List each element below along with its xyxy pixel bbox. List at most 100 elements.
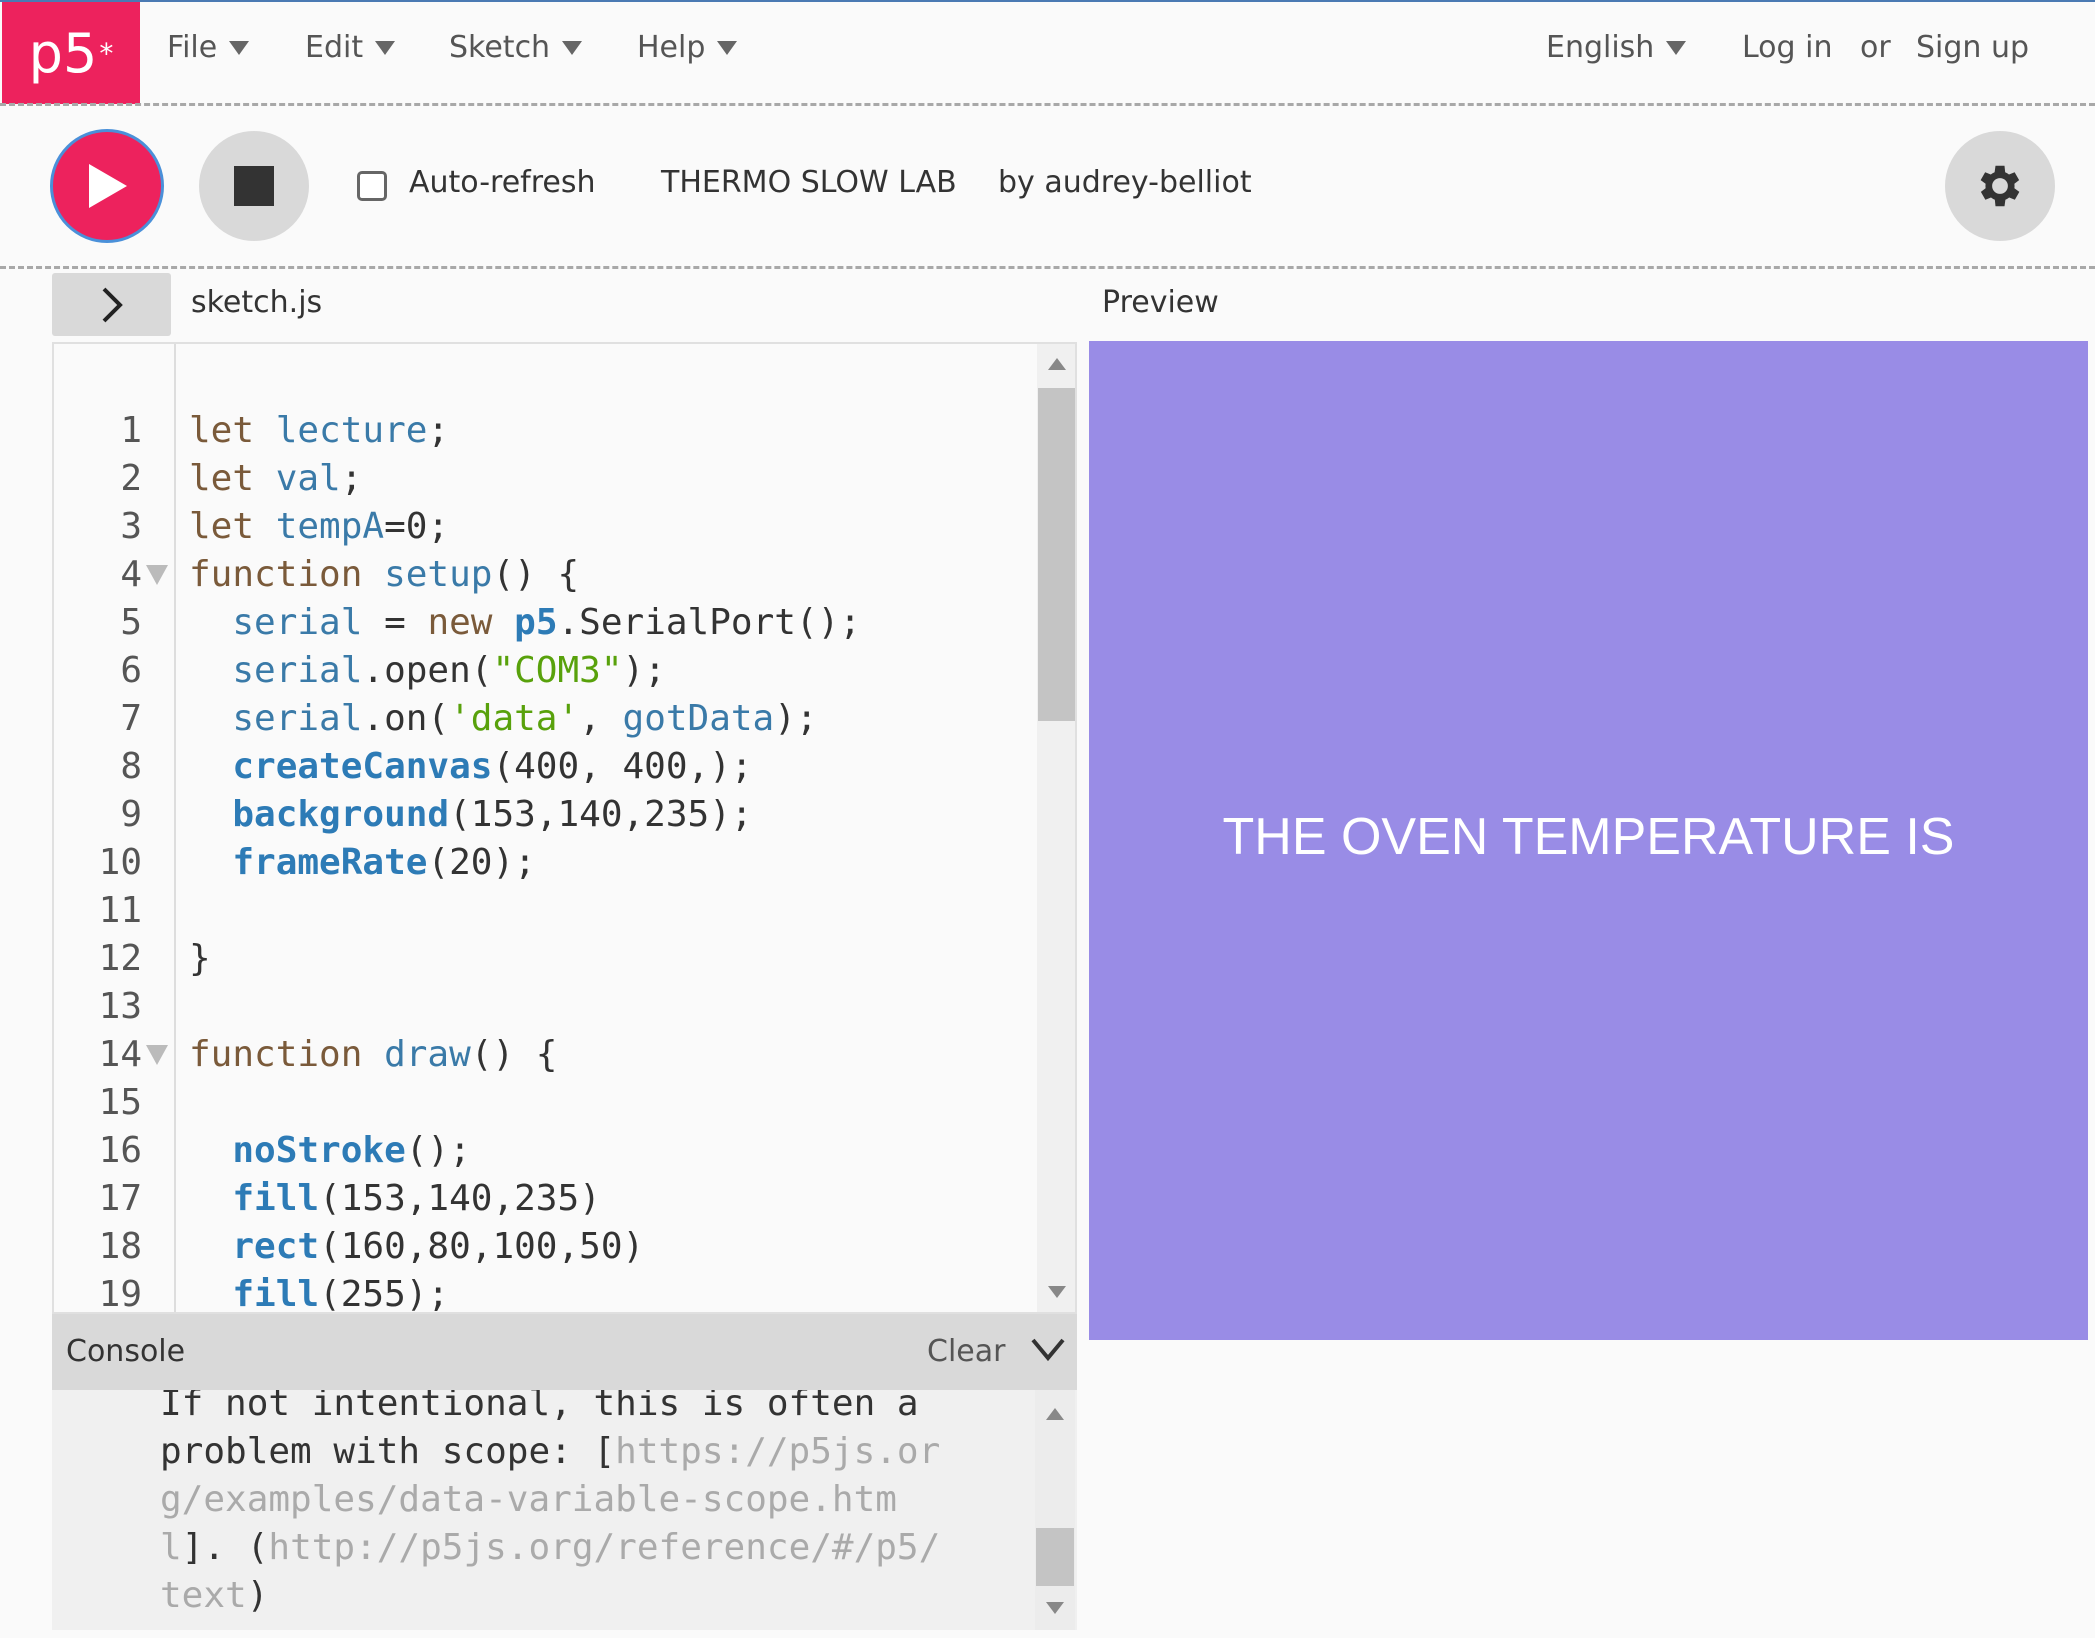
- code-line[interactable]: 1 let lecture;: [54, 407, 1034, 455]
- code-line[interactable]: 5 serial = new p5.SerialPort();: [54, 599, 1034, 647]
- scroll-down-icon[interactable]: [1046, 1602, 1064, 1614]
- code-text: let tempA=0;: [189, 503, 449, 551]
- console-link[interactable]: https://p5js.or: [615, 1431, 940, 1472]
- code-token: val: [275, 458, 341, 499]
- p5-logo[interactable]: p5 *: [2, 2, 140, 104]
- expand-sidebar-button[interactable]: [52, 273, 171, 336]
- code-line[interactable]: 13: [54, 983, 1034, 1031]
- code-line[interactable]: 2 let val;: [54, 455, 1034, 503]
- console-clear-button[interactable]: Clear: [927, 1334, 1005, 1369]
- scroll-down-icon[interactable]: [1048, 1286, 1066, 1298]
- code-token: lecture: [275, 410, 428, 451]
- code-line[interactable]: 18 rect(160,80,100,50): [54, 1223, 1034, 1271]
- code-line[interactable]: 8 createCanvas(400, 400,);: [54, 743, 1034, 791]
- code-token: let: [189, 458, 276, 499]
- code-token: background: [232, 794, 450, 835]
- code-line[interactable]: 15: [54, 1079, 1034, 1127]
- code-text: serial = new p5.SerialPort();: [189, 599, 861, 647]
- play-button[interactable]: [50, 129, 164, 243]
- code-line[interactable]: 17 fill(153,140,235): [54, 1175, 1034, 1223]
- console-link[interactable]: g/examples/data-variable-scope.htm: [160, 1479, 897, 1520]
- login-link[interactable]: Log in: [1742, 30, 1832, 65]
- code-line[interactable]: 10 frameRate(20);: [54, 839, 1034, 887]
- code-token: 'data': [449, 698, 580, 739]
- code-lines[interactable]: 1 let lecture; 2 let val; 3 let tempA=0; 4 func…: [54, 407, 1034, 1314]
- menu-sketch[interactable]: Sketch: [449, 30, 583, 65]
- console-link[interactable]: l: [160, 1527, 182, 1568]
- chevron-down-icon[interactable]: [1030, 1336, 1066, 1364]
- console-title: Console: [66, 1334, 186, 1369]
- code-token: (153,140,235);: [449, 794, 753, 835]
- code-token: serial: [232, 602, 363, 643]
- code-token: fill: [232, 1274, 320, 1314]
- code-token: let: [189, 410, 276, 451]
- menu-sketch-label: Sketch: [449, 30, 551, 65]
- code-token: (255);: [319, 1274, 450, 1314]
- code-token: tempA: [275, 506, 385, 547]
- code-text: noStroke();: [189, 1127, 470, 1175]
- caret-down-icon: [229, 40, 250, 55]
- console-scrollbar-thumb[interactable]: [1036, 1528, 1074, 1586]
- file-tab[interactable]: sketch.js: [191, 285, 322, 320]
- line-number: 8: [120, 746, 142, 787]
- code-token: ;: [427, 410, 450, 451]
- console-line: text): [160, 1572, 1040, 1620]
- code-token: let: [189, 506, 276, 547]
- code-line[interactable]: 16 noStroke();: [54, 1127, 1034, 1175]
- code-line[interactable]: 9 background(153,140,235);: [54, 791, 1034, 839]
- preview-canvas[interactable]: THE OVEN TEMPERATURE IS: [1089, 341, 2088, 1340]
- auto-refresh-checkbox[interactable]: [357, 171, 387, 201]
- line-number: 11: [98, 890, 142, 931]
- language-dropdown[interactable]: English: [1546, 30, 1687, 65]
- fold-arrow-icon[interactable]: [146, 565, 168, 585]
- code-line[interactable]: 6 serial.open("COM3");: [54, 647, 1034, 695]
- menu-help-label: Help: [637, 30, 706, 65]
- auto-refresh-label[interactable]: Auto-refresh: [409, 165, 596, 200]
- code-line[interactable]: 19 fill(255);: [54, 1271, 1034, 1314]
- stop-button[interactable]: [199, 131, 309, 241]
- language-label: English: [1546, 30, 1655, 65]
- code-line[interactable]: 12}: [54, 935, 1034, 983]
- console-scrollbar[interactable]: [1035, 1390, 1075, 1630]
- console-link[interactable]: http://p5js.org/reference/#/p5/: [268, 1527, 940, 1568]
- console-link[interactable]: text: [160, 1575, 247, 1616]
- line-number: 1: [120, 410, 142, 451]
- console-text: problem with scope: [: [160, 1431, 616, 1472]
- console-output[interactable]: If not intentional, this is often a probl…: [52, 1390, 1077, 1630]
- editor-scrollbar-thumb[interactable]: [1038, 388, 1075, 721]
- code-token: p5: [514, 602, 558, 643]
- code-token: function: [189, 1034, 385, 1075]
- line-number: 14: [98, 1034, 142, 1075]
- line-number: 6: [120, 650, 142, 691]
- canvas-text: THE OVEN TEMPERATURE IS: [1222, 808, 1955, 866]
- signup-link[interactable]: Sign up: [1916, 30, 2029, 65]
- code-token: (20);: [427, 842, 536, 883]
- line-number: 5: [120, 602, 142, 643]
- code-token: serial: [232, 698, 363, 739]
- scroll-up-icon[interactable]: [1048, 358, 1066, 370]
- preview-label: Preview: [1102, 285, 1219, 320]
- chevron-right-icon: [102, 287, 123, 322]
- menu-file[interactable]: File: [167, 30, 250, 65]
- code-line[interactable]: 7 serial.on('data', gotData);: [54, 695, 1034, 743]
- code-token: fill: [232, 1178, 320, 1219]
- settings-button[interactable]: [1945, 131, 2055, 241]
- code-line[interactable]: 14 function draw() {: [54, 1031, 1034, 1079]
- sketch-author[interactable]: by audrey-belliot: [998, 165, 1252, 200]
- fold-arrow-icon[interactable]: [146, 1045, 168, 1065]
- code-line[interactable]: 4 function setup() {: [54, 551, 1034, 599]
- code-editor[interactable]: 1 let lecture; 2 let val; 3 let tempA=0; 4 func…: [52, 342, 1077, 1314]
- code-token: ,: [579, 698, 623, 739]
- code-text: fill(153,140,235): [189, 1175, 600, 1223]
- menu-edit[interactable]: Edit: [305, 30, 396, 65]
- menu-help[interactable]: Help: [637, 30, 738, 65]
- code-line[interactable]: 11: [54, 887, 1034, 935]
- code-line[interactable]: 3 let tempA=0;: [54, 503, 1034, 551]
- sketch-name[interactable]: THERMO SLOW LAB: [661, 165, 957, 200]
- scroll-up-icon[interactable]: [1046, 1408, 1064, 1420]
